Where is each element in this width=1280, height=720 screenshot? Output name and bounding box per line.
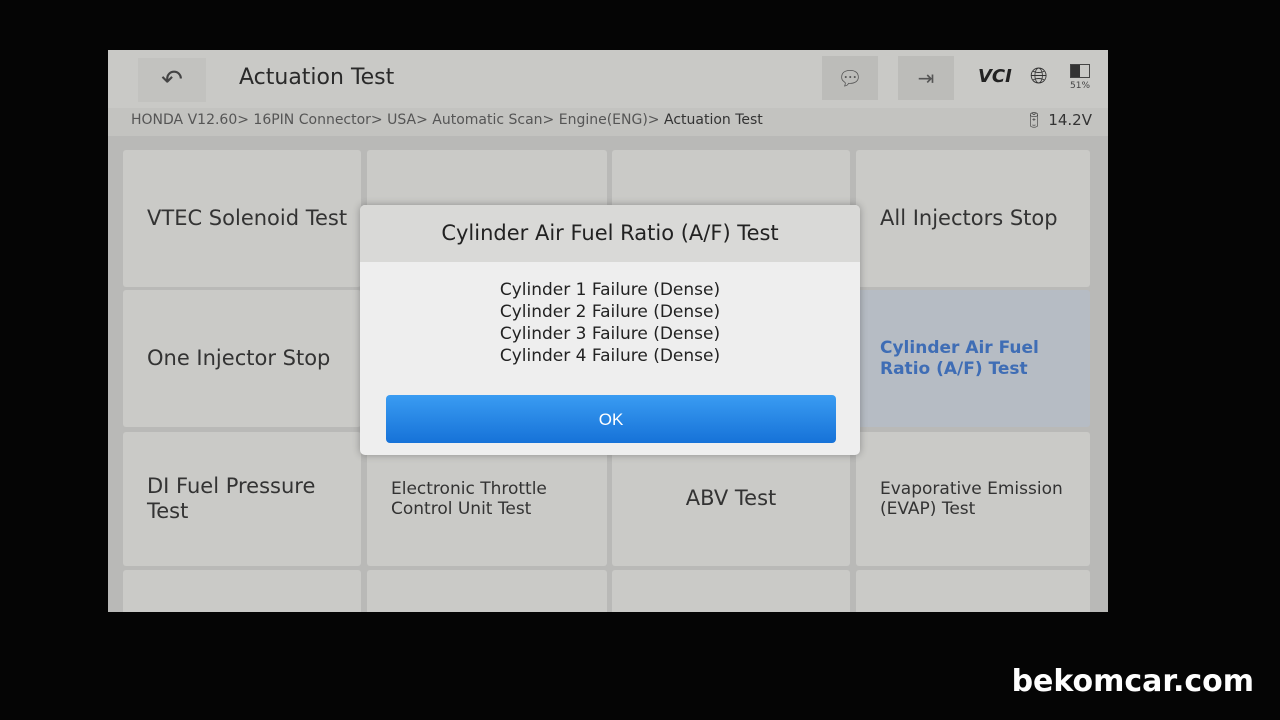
test-tile[interactable]: VTEC Solenoid Test [123, 150, 361, 287]
test-tile[interactable] [123, 570, 361, 612]
page-title: Actuation Test [239, 65, 395, 90]
dialog-line: Cylinder 1 Failure (Dense) [499, 280, 721, 300]
test-tile[interactable] [612, 570, 850, 612]
dialog-line: Cylinder 3 Failure (Dense) [499, 324, 721, 344]
header: ↶ Actuation Test 💬︎ ⇥ VCI 🌐︎ 51% [108, 50, 1108, 108]
back-arrow-icon: ↶ [161, 65, 183, 95]
dialog-line: Cylinder 4 Failure (Dense) [499, 346, 721, 366]
chat-bubble-icon: 💬︎ [837, 66, 863, 90]
test-tile[interactable]: One Injector Stop [123, 290, 361, 427]
test-tile[interactable] [856, 570, 1090, 612]
dialog-line: Cylinder 2 Failure (Dense) [499, 302, 721, 322]
test-tile[interactable]: All Injectors Stop [856, 150, 1090, 287]
scan-tool-screen: ↶ Actuation Test 💬︎ ⇥ VCI 🌐︎ 51% HONDA V… [108, 50, 1108, 612]
exit-icon: ⇥ [917, 66, 935, 90]
test-tile[interactable]: Test Of [367, 570, 607, 612]
battery-voltage-icon: 🔋︎ [1024, 111, 1049, 129]
voltage-readout: 14.2V [1048, 111, 1092, 129]
ok-button[interactable]: OK [386, 395, 836, 443]
vci-status: VCI [978, 66, 1012, 87]
battery-icon [1070, 64, 1090, 78]
battery-percent: 51% [1070, 81, 1091, 91]
test-tile[interactable]: Cylinder Air Fuel Ratio (A/F) Test [856, 290, 1090, 427]
exit-button[interactable]: ⇥ [898, 56, 954, 100]
dialog-title: Cylinder Air Fuel Ratio (A/F) Test [360, 205, 860, 262]
test-tile[interactable]: DI Fuel Pressure Test [123, 432, 361, 566]
result-dialog: Cylinder Air Fuel Ratio (A/F) Test Cylin… [360, 205, 860, 455]
message-button[interactable]: 💬︎ [822, 56, 878, 100]
breadcrumb-path: HONDA V12.60> 16PIN Connector> USA> Auto… [131, 112, 664, 128]
globe-icon: 🌐︎ [1030, 64, 1048, 89]
watermark: bekomcar.com [1011, 664, 1254, 699]
breadcrumb-current: Actuation Test [663, 112, 763, 128]
test-tile[interactable]: Evaporative Emission (EVAP) Test [856, 432, 1090, 566]
breadcrumb: HONDA V12.60> 16PIN Connector> USA> Auto… [108, 108, 1108, 136]
back-button[interactable]: ↶ [138, 58, 206, 102]
